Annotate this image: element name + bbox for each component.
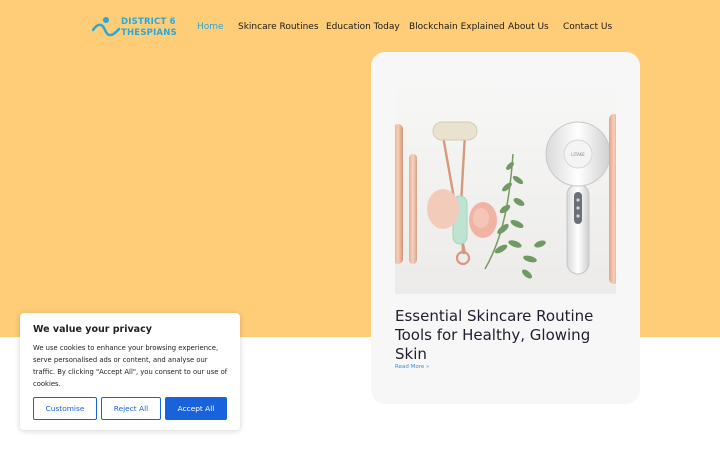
nav-home[interactable]: Home (197, 19, 224, 35)
nav-education-today[interactable]: Education Today (326, 19, 400, 35)
cookie-consent-banner: We value your privacy We use cookies to … (20, 313, 240, 430)
nav-blockchain-explained[interactable]: Blockchain Explained (409, 19, 505, 35)
cookie-description: We use cookies to enhance your browsing … (33, 344, 228, 388)
post-title[interactable]: Essential Skincare Routine Tools for Hea… (395, 307, 625, 364)
nav-skincare-routines[interactable]: Skincare Routines (238, 19, 319, 35)
main-nav: Home Skincare Routines Education Today B… (0, 19, 720, 35)
nav-contact-us[interactable]: Contact Us (563, 19, 612, 35)
cookie-title: We value your privacy (33, 324, 152, 335)
skincare-tools-illustration: LITAKE (395, 84, 616, 294)
nav-about-us[interactable]: About Us (508, 19, 549, 35)
post-image[interactable]: LITAKE (395, 84, 616, 294)
read-more-link[interactable]: Read More » (395, 364, 429, 370)
reject-all-button[interactable]: Reject All (101, 397, 161, 420)
accept-all-button[interactable]: Accept All (165, 397, 227, 420)
device-brand-text: LITAKE (571, 152, 585, 157)
customise-button[interactable]: Customise (33, 397, 97, 420)
post-card: LITAKE Essential Skincare Routine Tools … (371, 52, 640, 404)
site-header: DISTRICT 6 THESPIANS Home Skincare Routi… (0, 0, 720, 55)
